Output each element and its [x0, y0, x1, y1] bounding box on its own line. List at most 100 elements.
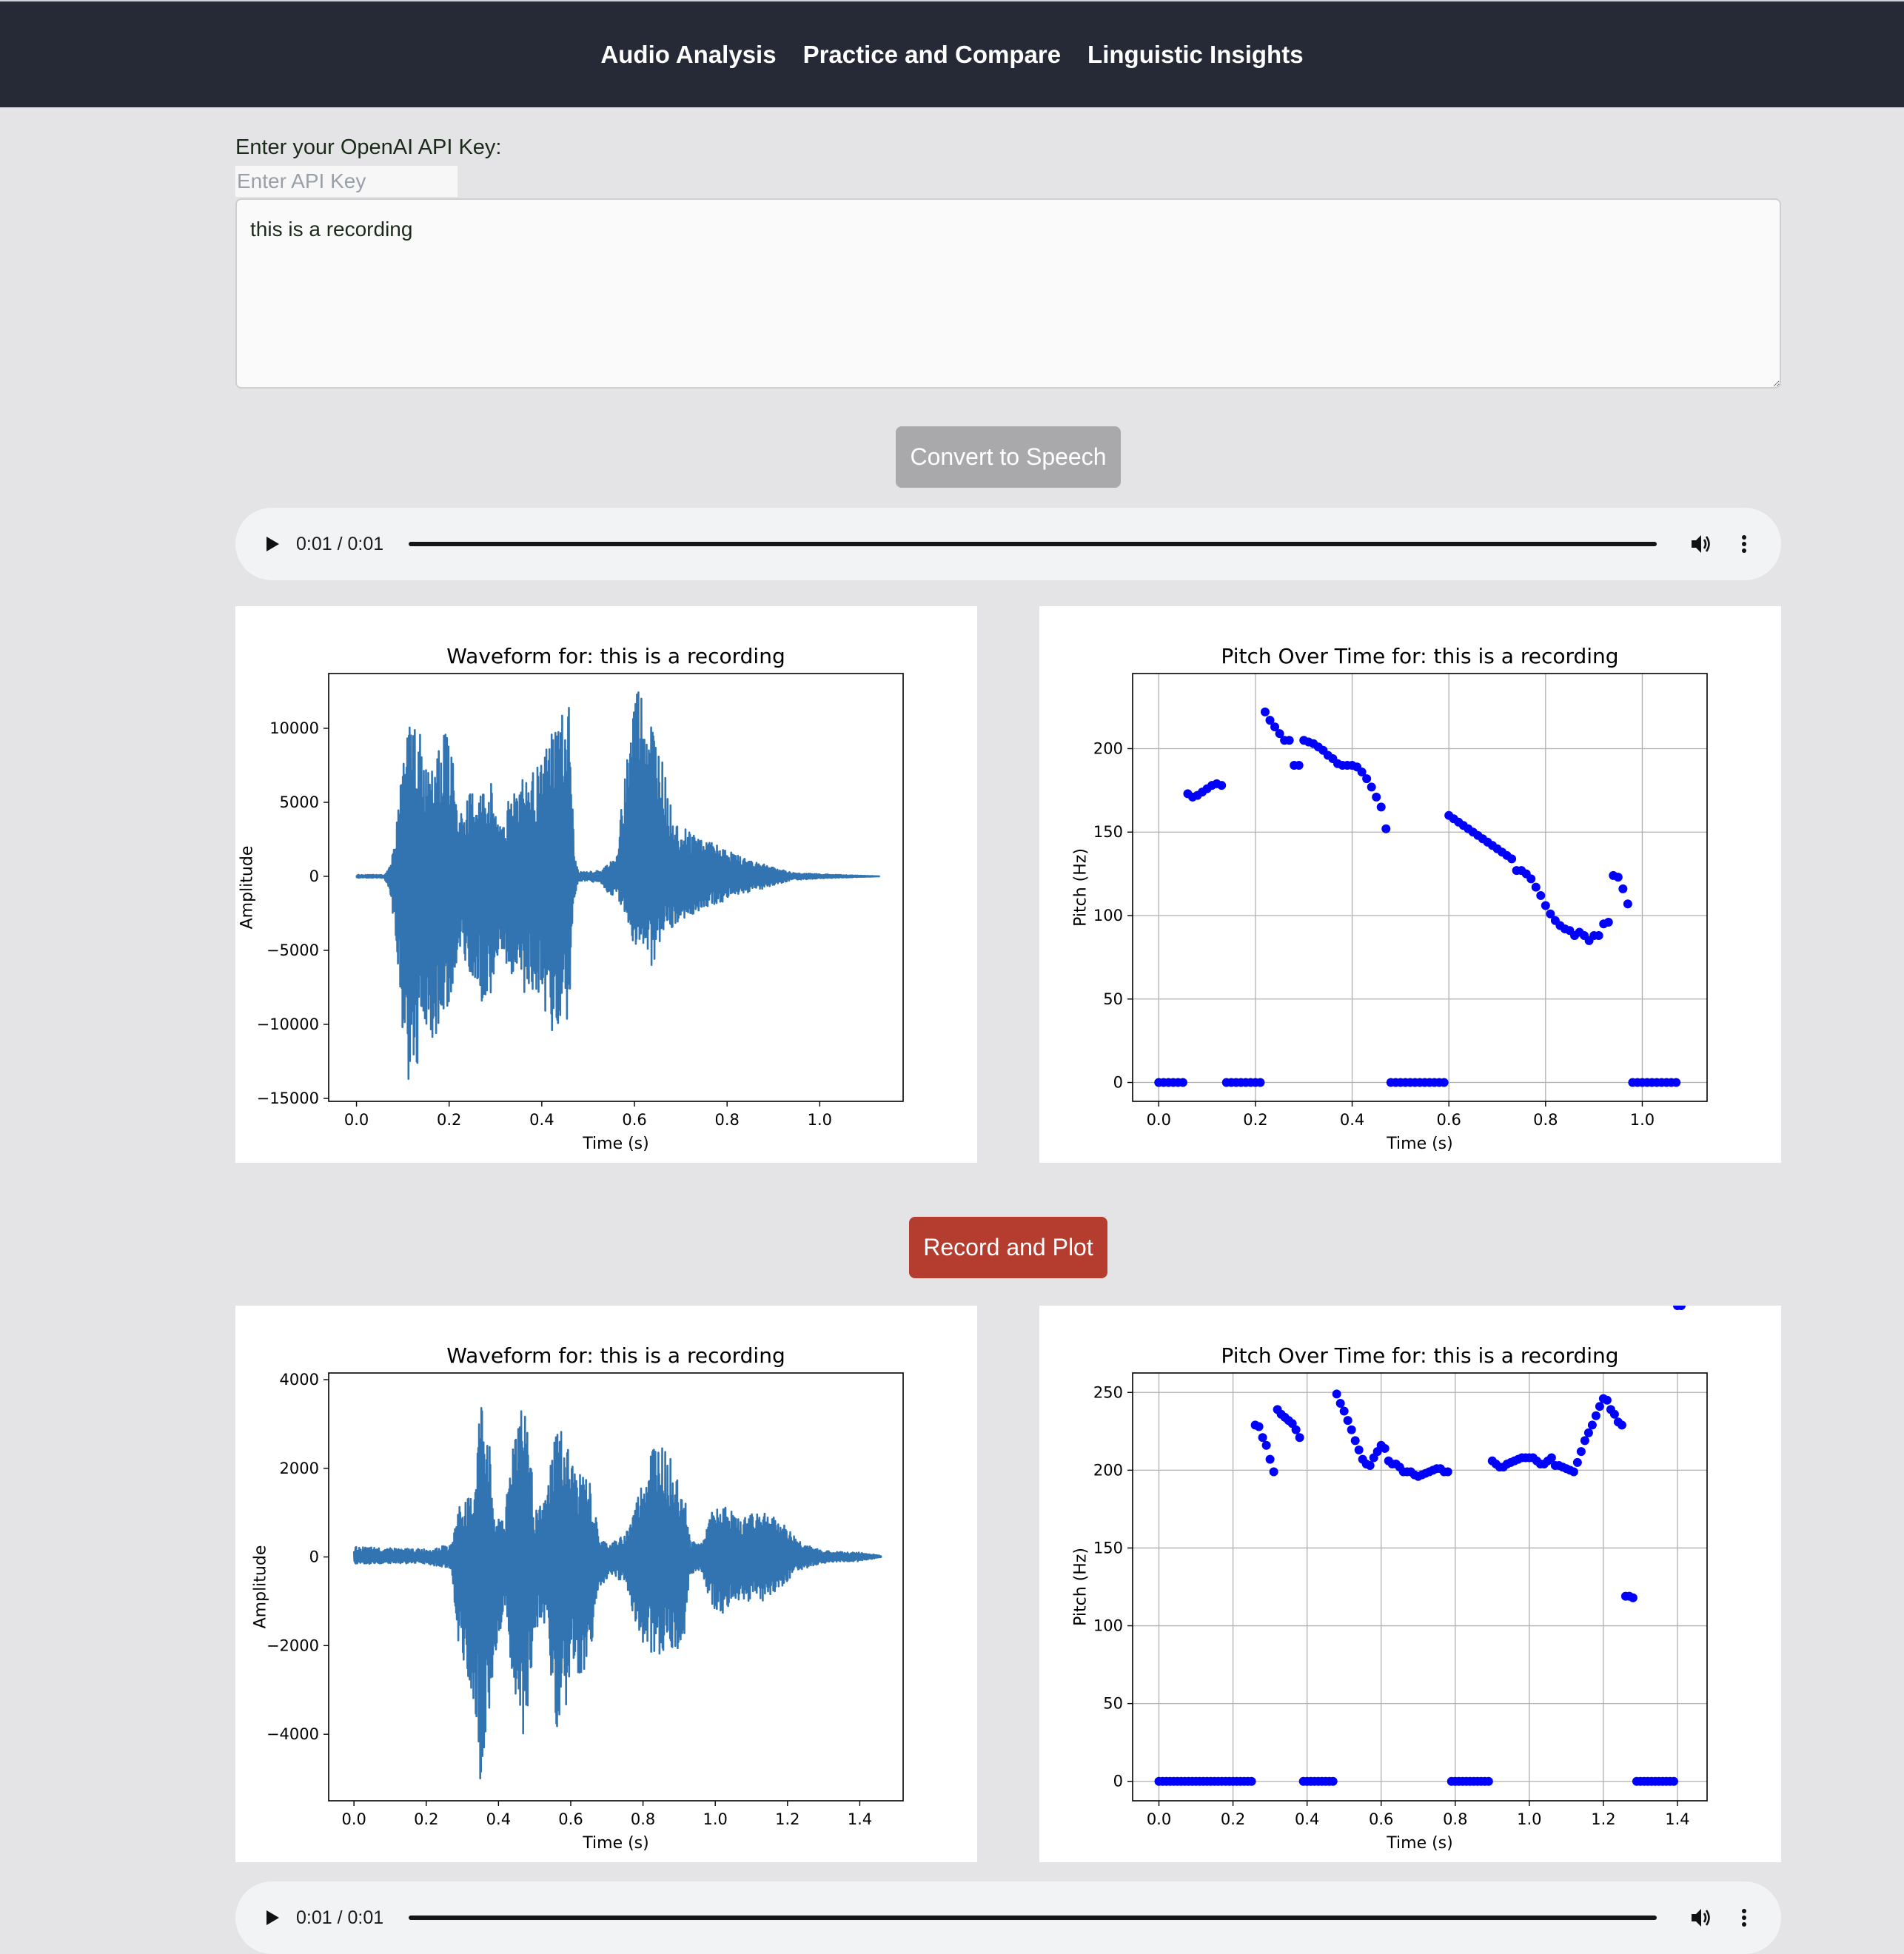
- chart-title: Waveform for: this is a recording: [446, 1343, 785, 1368]
- recording-waveform-panel: 0.0 0.2 0.4 0.6 0.8 1.0 1.2 1.4 4000 2000 0 −2000 −4…: [235, 1306, 977, 1862]
- play-icon[interactable]: [258, 1910, 287, 1926]
- x-tick-label: 0.6: [1369, 1810, 1393, 1828]
- pitch-point: [1256, 1078, 1265, 1087]
- pitch-point: [1365, 1461, 1375, 1471]
- audio-player-bottom: 0:01 / 0:01: [235, 1881, 1781, 1954]
- audio-progress-bar[interactable]: [409, 1916, 1657, 1920]
- pitch-point: [1354, 1446, 1364, 1455]
- pitch-point: [1265, 1454, 1275, 1464]
- y-tick-label: 4000: [280, 1371, 319, 1389]
- pitch-point: [1178, 1078, 1187, 1087]
- pitch-point: [1291, 1425, 1301, 1434]
- x-tick-label: 0.4: [486, 1810, 511, 1828]
- audio-progress-bar[interactable]: [409, 542, 1657, 546]
- pitch-point: [1376, 802, 1386, 812]
- pitch-point: [1294, 761, 1304, 770]
- pitch-point: [1261, 1440, 1271, 1450]
- pitch-point: [1507, 854, 1517, 864]
- waveform-series: [355, 691, 881, 1080]
- y-tick-label: 0: [1113, 1074, 1123, 1092]
- recording-pitch-chart: 0.0 0.2 0.4 0.6 0.8 1.0 1.2 1.4 0 50 100 150 200 250 P…: [1072, 1306, 1708, 1853]
- pitch-point: [1339, 1406, 1349, 1416]
- y-tick-label: 2000: [280, 1460, 319, 1477]
- x-tick-label: 0.6: [1436, 1111, 1461, 1129]
- pitch-point: [1536, 890, 1546, 900]
- y-axis-label: Pitch (Hz): [1072, 1548, 1090, 1626]
- pitch-point: [1258, 1433, 1267, 1443]
- x-tick-label: 0.2: [1221, 1810, 1245, 1828]
- y-tick-label: −4000: [267, 1725, 319, 1743]
- convert-to-speech-button[interactable]: Convert to Speech: [896, 426, 1121, 488]
- pitch-point: [1594, 931, 1603, 941]
- y-tick-label: 100: [1093, 1617, 1123, 1635]
- x-tick-label: 1.0: [703, 1810, 728, 1828]
- pitch-point: [1254, 1422, 1264, 1431]
- record-and-plot-button[interactable]: Record and Plot: [909, 1217, 1107, 1278]
- pitch-point: [1247, 1776, 1256, 1786]
- pitch-point: [1295, 1433, 1304, 1443]
- pitch-point: [1541, 901, 1550, 910]
- pitch-point: [1613, 873, 1623, 882]
- x-tick-label: 0.0: [341, 1810, 366, 1828]
- x-tick-label: 0.4: [1340, 1111, 1364, 1129]
- more-options-icon[interactable]: [1729, 534, 1759, 554]
- pitch-point: [1531, 882, 1541, 892]
- pitch-point: [1617, 1420, 1626, 1430]
- y-tick-label: −15000: [257, 1090, 319, 1107]
- y-tick-label: 200: [1093, 739, 1123, 757]
- x-tick-label: 0.6: [558, 1810, 583, 1828]
- waveform-series: [352, 1407, 882, 1779]
- y-tick-label: 5000: [280, 793, 319, 811]
- pitch-point: [1380, 1443, 1390, 1453]
- pitch-point: [1580, 1436, 1589, 1446]
- x-axis-label: Time (s): [1386, 1135, 1452, 1153]
- api-key-label: Enter your OpenAI API Key:: [235, 135, 502, 159]
- text-input[interactable]: this is a recording: [235, 198, 1781, 389]
- pitch-point: [1328, 1776, 1338, 1786]
- api-key-input[interactable]: [235, 166, 457, 197]
- pitch-point: [1367, 782, 1376, 792]
- x-tick-label: 1.2: [775, 1810, 800, 1828]
- y-axis-label: Amplitude: [252, 1545, 270, 1629]
- pitch-point: [1602, 1395, 1612, 1405]
- y-tick-label: −5000: [267, 941, 319, 959]
- pitch-point: [1335, 1398, 1345, 1408]
- chart-title: Waveform for: this is a recording: [446, 644, 785, 668]
- y-tick-label: 250: [1093, 1383, 1123, 1401]
- y-axis-label: Pitch (Hz): [1072, 848, 1090, 927]
- pitch-point: [1603, 918, 1613, 927]
- audio-player-top: 0:01 / 0:01: [235, 508, 1781, 580]
- y-tick-label: −10000: [257, 1015, 319, 1033]
- x-tick-label: 0.2: [437, 1111, 461, 1129]
- nav-practice-and-compare[interactable]: Practice and Compare: [803, 41, 1061, 69]
- y-tick-label: 150: [1093, 823, 1123, 841]
- pitch-point: [1443, 1467, 1452, 1477]
- pitch-points: [1154, 1306, 1686, 1786]
- audio-time-readout: 0:01 / 0:01: [296, 1907, 384, 1928]
- pitch-point: [1672, 1078, 1681, 1087]
- x-tick-label: 0.0: [344, 1111, 369, 1129]
- x-axis-label: Time (s): [582, 1135, 648, 1153]
- x-tick-label: 0.8: [631, 1810, 655, 1828]
- nav-linguistic-insights[interactable]: Linguistic Insights: [1087, 41, 1304, 69]
- volume-icon[interactable]: [1686, 534, 1716, 554]
- volume-icon[interactable]: [1686, 1907, 1716, 1928]
- pitch-point: [1569, 1467, 1578, 1477]
- x-axis-label: Time (s): [1386, 1834, 1452, 1853]
- x-tick-label: 0.2: [1243, 1111, 1267, 1129]
- play-icon[interactable]: [258, 536, 287, 552]
- pitch-point: [1381, 824, 1391, 833]
- pitch-point: [1546, 1453, 1556, 1463]
- tts-pitch-chart: 0.0 0.2 0.4 0.6 0.8 1.0 0 50 100 150 200 Pitch Over…: [1072, 644, 1708, 1153]
- y-tick-label: 200: [1093, 1461, 1123, 1479]
- tts-waveform-panel: 0.0 0.2 0.4 0.6 0.8 1.0 10000 5000 0 −5000 −10000 −…: [235, 606, 977, 1163]
- pitch-point: [1217, 781, 1227, 790]
- x-tick-label: 0.8: [714, 1111, 739, 1129]
- more-options-icon[interactable]: [1729, 1908, 1759, 1927]
- pitch-point: [1628, 1593, 1637, 1602]
- pitch-point: [1362, 774, 1372, 784]
- x-tick-label: 1.2: [1591, 1810, 1615, 1828]
- nav-audio-analysis[interactable]: Audio Analysis: [600, 41, 776, 69]
- grid-lines: [1133, 1373, 1707, 1801]
- x-tick-label: 1.0: [808, 1111, 832, 1129]
